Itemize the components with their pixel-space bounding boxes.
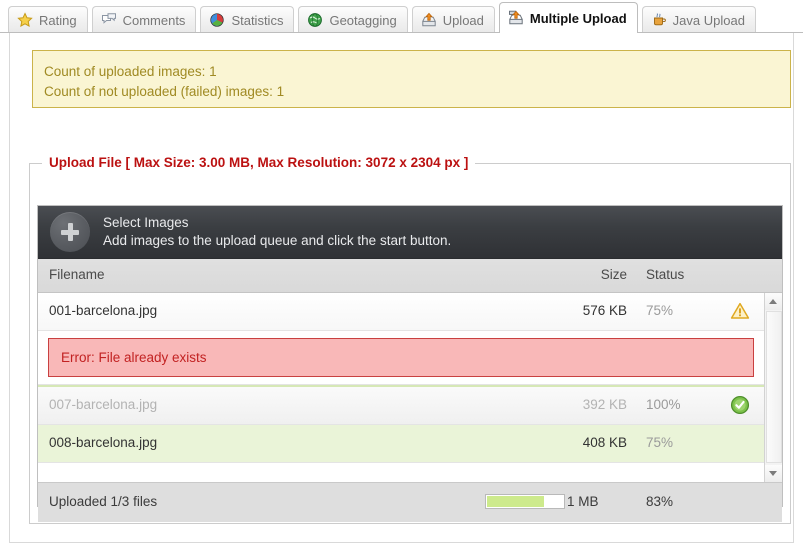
table-row[interactable]: 008-barcelona.jpg 408 KB 75% [38,425,764,463]
tab-multiple-upload[interactable]: Multiple Upload [498,2,638,33]
column-header-status: Status [646,267,685,282]
upload-footer: Uploaded 1/3 files 1 MB 83% [38,482,782,522]
tab-label: Statistics [231,12,284,28]
upload-file-legend: Upload File [ Max Size: 3.00 MB, Max Res… [42,153,476,173]
speech-bubble-icon [101,13,116,24]
upload-total-size: 1 MB [567,494,599,509]
upload-tray-icon [508,10,523,25]
warning-triangle-icon [730,301,750,321]
tab-java-upload[interactable]: Java Upload [641,6,756,33]
file-error-message: Error: File already exists [48,338,754,377]
table-row[interactable]: 007-barcelona.jpg 392 KB 100% [38,387,764,425]
upload-status-text: Uploaded 1/3 files [49,494,158,509]
file-percent: 75% [646,303,674,318]
content-panel: Count of uploaded images: 1 Count of not… [0,32,803,544]
chevron-up-icon [769,299,777,304]
tab-geotagging[interactable]: Geotagging [298,6,408,33]
tab-bar: Rating Comments Statistics Geotagging Up… [0,0,803,33]
file-size: 408 KB [582,435,627,450]
failed-count-text: Count of not uploaded (failed) images: 1 [44,84,285,99]
scroll-down-button[interactable] [765,465,782,482]
content-panel-border: Count of uploaded images: 1 Count of not… [9,33,794,543]
upload-progress-bar [485,494,565,509]
dropzone-subtitle: Add images to the upload queue and click… [103,233,452,248]
dropzone-text: Select Images Add images to the upload q… [103,214,451,250]
tab-statistics[interactable]: Statistics [200,6,295,33]
file-list-viewport: 001-barcelona.jpg 576 KB 75% Error: File… [38,293,764,482]
tab-label: Upload [442,12,484,28]
chevron-down-icon [769,471,777,476]
file-name: 001-barcelona.jpg [49,303,158,318]
file-percent: 100% [646,397,681,412]
globe-icon [308,13,323,27]
tab-label: Java Upload [672,12,745,28]
column-header-filename: Filename [49,267,105,282]
page-root: Rating Comments Statistics Geotagging Up… [0,0,803,544]
uploaded-count-text: Count of uploaded images: 1 [44,64,217,79]
scroll-up-button[interactable] [765,293,782,310]
file-list: 001-barcelona.jpg 576 KB 75% Error: File… [38,293,782,482]
file-name: 007-barcelona.jpg [49,397,158,412]
tab-upload[interactable]: Upload [411,6,495,33]
star-icon [17,12,33,27]
column-header-size: Size [600,267,627,282]
upload-file-fieldset: Upload File [ Max Size: 3.00 MB, Max Res… [29,153,791,524]
tab-comments[interactable]: Comments [91,6,197,33]
tab-label: Rating [39,12,77,28]
upload-tray-icon [421,12,436,27]
tab-label: Comments [122,12,186,28]
tab-label: Multiple Upload [529,10,627,26]
file-percent: 75% [646,435,674,450]
upload-total-percent: 83% [646,494,674,509]
file-table-header: Filename Size Status [38,259,782,293]
table-row[interactable]: 001-barcelona.jpg 576 KB 75% [38,293,764,331]
file-name: 008-barcelona.jpg [49,435,158,450]
check-circle-icon [730,395,750,415]
file-size: 392 KB [582,397,627,412]
tab-label: Geotagging [329,12,397,28]
file-error-container: Error: File already exists [38,338,764,385]
upload-progress-fill [487,496,544,507]
uploader-widget: Select Images Add images to the upload q… [37,205,783,522]
java-cup-icon [653,13,666,26]
select-images-dropzone[interactable]: Select Images Add images to the upload q… [38,206,782,259]
scrollbar-thumb[interactable] [766,311,782,463]
dropzone-title: Select Images [103,215,189,230]
file-size: 576 KB [582,303,627,318]
tab-rating[interactable]: Rating [8,6,88,33]
upload-summary-notice: Count of uploaded images: 1 Count of not… [32,50,791,108]
file-list-scrollbar[interactable] [764,293,782,482]
pie-chart-icon [210,13,225,27]
plus-icon[interactable] [50,212,90,252]
